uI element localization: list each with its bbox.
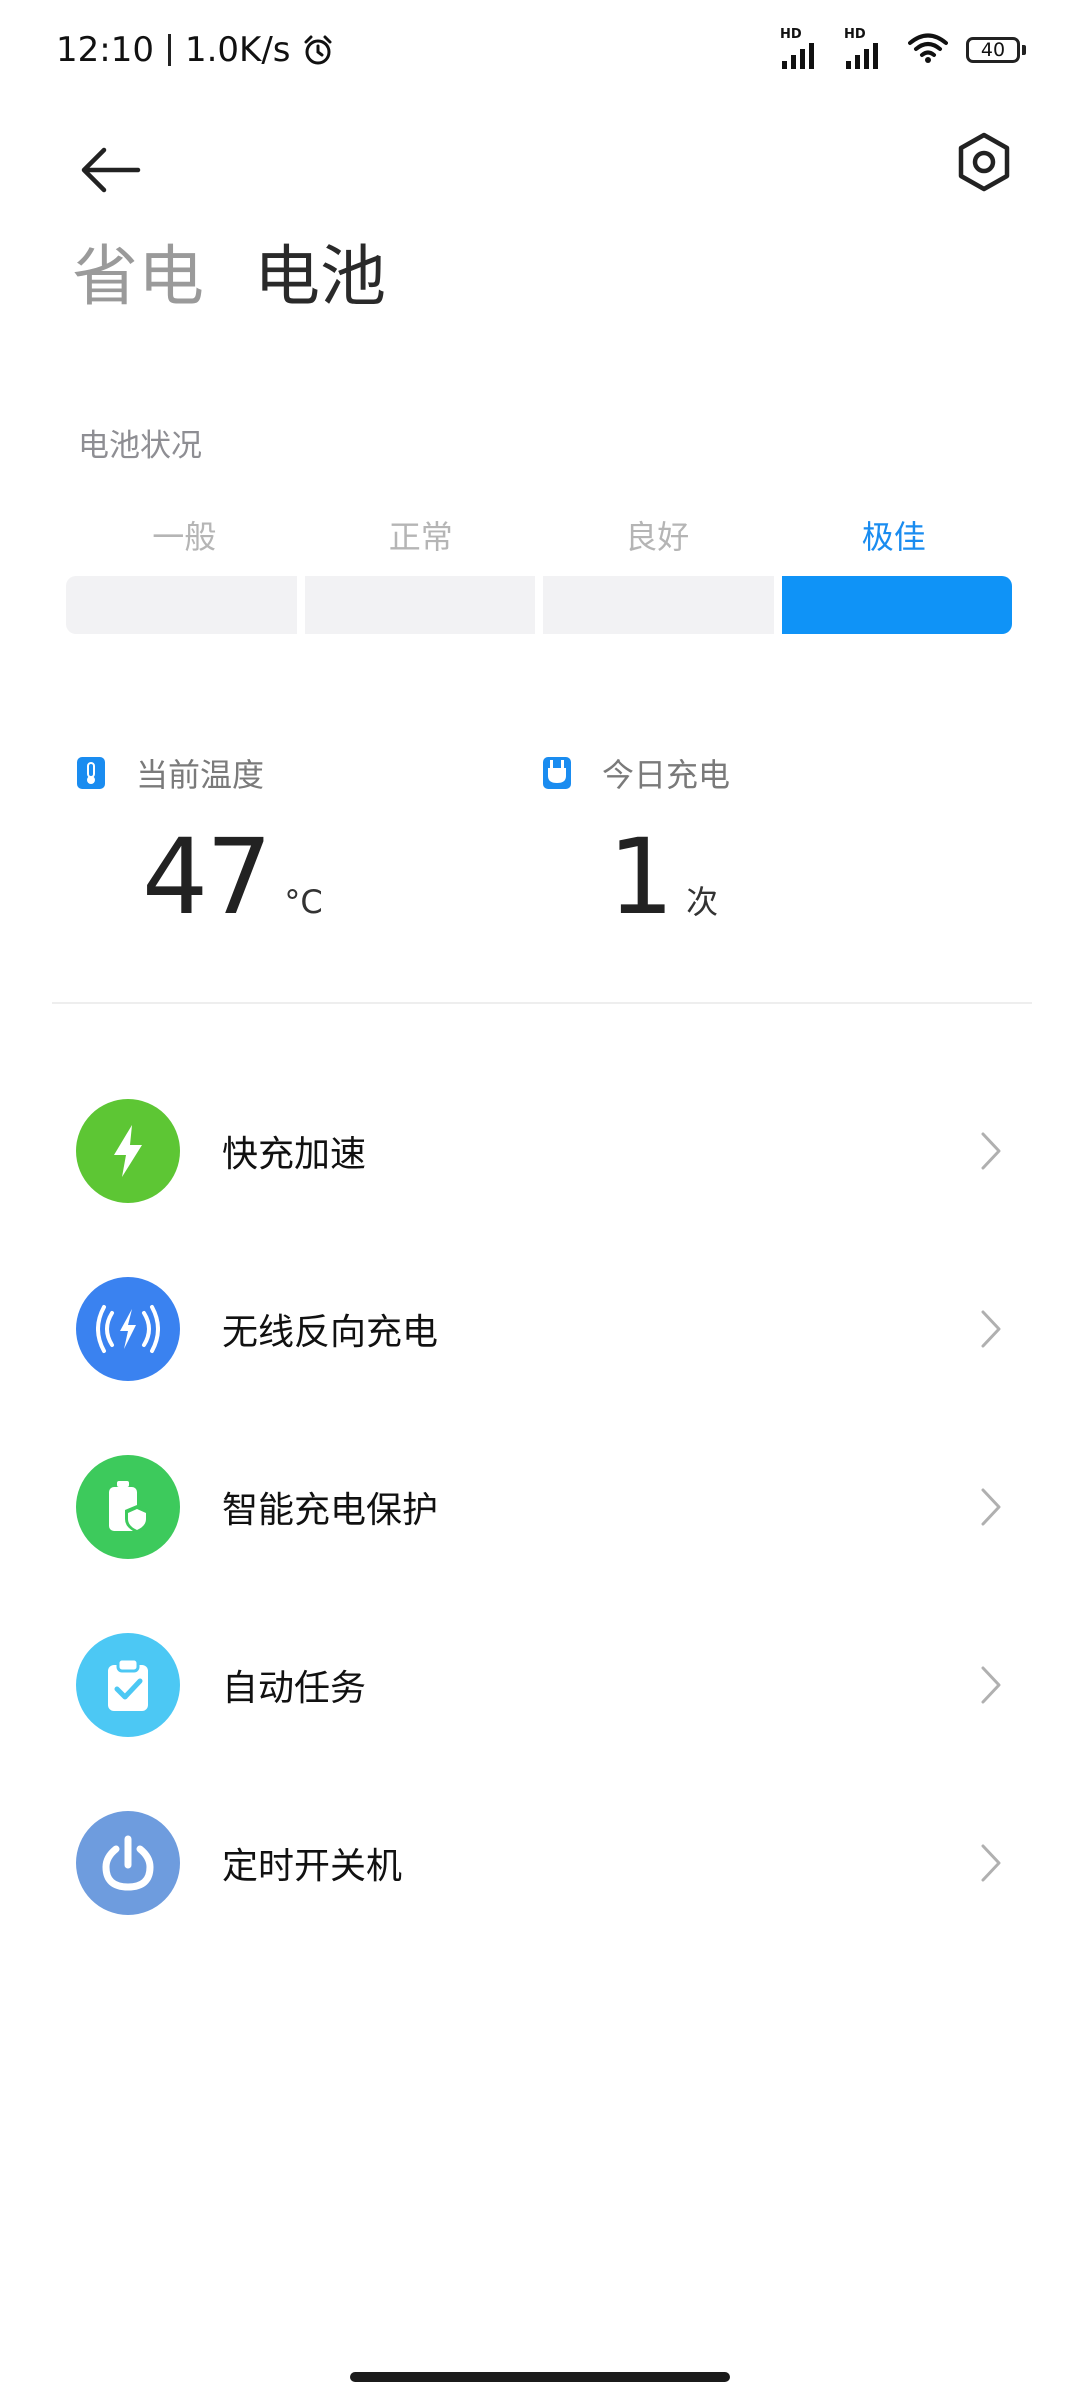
clock: 12:10 [56,30,154,70]
chevron-right-icon [976,1487,1006,1527]
menu-item-auto-tasks[interactable]: 自动任务 [0,1596,1080,1774]
divider [52,1002,1032,1004]
battery-level-bar [66,576,1012,634]
home-indicator[interactable] [350,2372,730,2382]
settings-button[interactable] [944,122,1024,202]
alarm-icon [301,33,335,67]
status-bar: 12:10 1.0K/s HD HD 40 [0,0,1080,100]
power-icon [76,1811,180,1915]
thermometer-icon [76,756,106,790]
menu-item-smart-charge-protection[interactable]: 智能充电保护 [0,1418,1080,1596]
chevron-right-icon [976,1309,1006,1349]
status-left: 12:10 1.0K/s [56,24,335,76]
menu-item-reverse-wireless-charge[interactable]: 无线反向充电 [0,1240,1080,1418]
tab-power-saving[interactable]: 省电 [72,244,204,310]
level-segment-fair [66,576,297,634]
charges-today-value: 1 [608,816,674,938]
temperature-label: 当前温度 [136,756,265,794]
battery-level: 40 [966,37,1020,63]
menu-item-scheduled-power[interactable]: 定时开关机 [0,1774,1080,1952]
feature-list: 快充加速 无线反向充电 智能充电保护 自动任务 定时开关机 [0,1062,1080,1952]
level-segment-normal [304,576,535,634]
level-label-good: 良好 [625,518,690,556]
arrow-left-icon [81,147,141,193]
status-right: HD HD 40 [780,27,1026,70]
battery-status-heading: 电池状况 [78,428,202,464]
plug-icon [542,756,572,790]
level-label-excellent: 极佳 [861,518,926,556]
chevron-right-icon [976,1131,1006,1171]
level-segment-excellent [781,576,1012,634]
wifi-icon [908,32,948,68]
temperature-stat: 当前温度 47 °C [76,750,323,938]
signal-icon-sim1: HD [780,27,826,69]
menu-label: 定时开关机 [222,1846,403,1887]
gear-icon [958,132,1010,192]
status-separator [167,34,171,66]
chevron-right-icon [976,1843,1006,1883]
temperature-value: 47 [142,816,272,938]
back-button[interactable] [70,130,150,210]
level-label-fair: 一般 [152,518,217,556]
wireless-charge-icon [76,1277,180,1381]
hd-badge: HD [844,27,866,42]
charges-today-unit: 次 [686,883,719,921]
lightning-icon [76,1099,180,1203]
temperature-unit: °C [284,883,323,921]
level-label-normal: 正常 [388,518,453,556]
signal-icon-sim2: HD [844,27,890,69]
battery-icon: 40 [966,37,1026,63]
clipboard-check-icon [76,1633,180,1737]
menu-label: 自动任务 [222,1668,367,1709]
battery-shield-icon [76,1455,180,1559]
charges-today-label: 今日充电 [602,756,731,794]
menu-label: 无线反向充电 [222,1312,439,1353]
menu-label: 快充加速 [222,1134,367,1175]
chevron-right-icon [976,1665,1006,1705]
battery-level-labels: 一般 正常 良好 极佳 [66,512,1012,558]
charges-today-stat: 今日充电 1 次 [542,750,731,938]
menu-item-fast-charge[interactable]: 快充加速 [0,1062,1080,1240]
tab-bar: 省电 电池 [72,244,386,310]
hd-badge: HD [780,27,802,42]
menu-label: 智能充电保护 [222,1490,439,1531]
network-speed: 1.0K/s [184,30,291,70]
tab-battery[interactable]: 电池 [254,244,386,310]
level-segment-good [543,576,774,634]
